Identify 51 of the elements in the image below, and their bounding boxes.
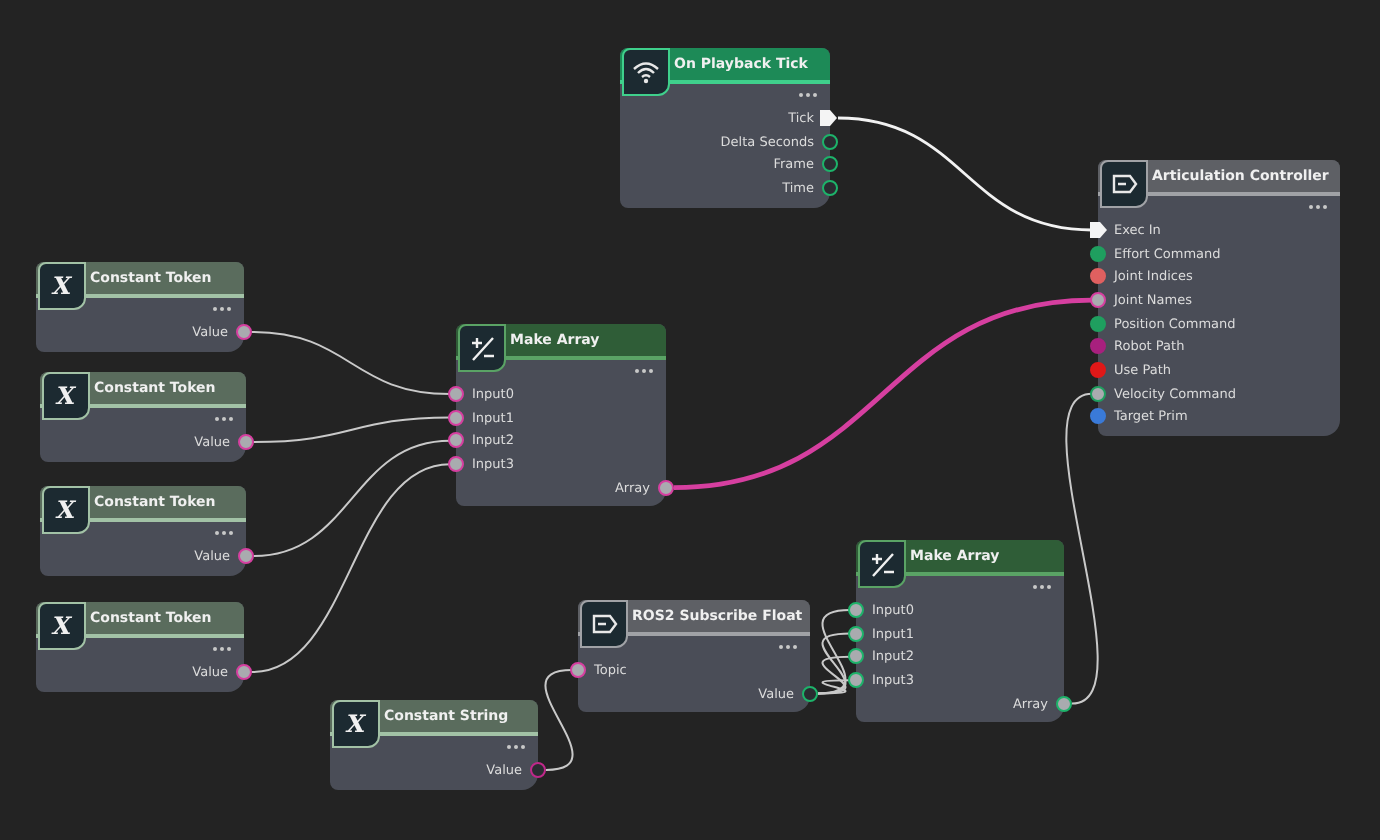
input-port[interactable] <box>448 409 464 426</box>
more-icon[interactable] <box>1308 204 1328 210</box>
more-icon[interactable] <box>798 92 818 98</box>
input-port[interactable] <box>848 601 864 618</box>
more-icon[interactable] <box>214 416 234 422</box>
exec-input-port[interactable] <box>1090 220 1108 239</box>
variable-symbol: X <box>52 612 72 640</box>
output-port[interactable] <box>238 547 254 564</box>
input-port[interactable] <box>1090 291 1106 308</box>
variable-symbol: X <box>56 382 76 410</box>
input-port[interactable] <box>1090 408 1106 425</box>
input-port[interactable] <box>1090 361 1106 378</box>
output-port[interactable] <box>238 433 254 450</box>
output-port[interactable] <box>236 663 252 680</box>
more-icon[interactable] <box>634 368 654 374</box>
more-icon[interactable] <box>778 644 798 650</box>
input-port[interactable] <box>570 661 586 678</box>
output-port[interactable] <box>802 685 818 702</box>
input-port[interactable] <box>1090 338 1106 355</box>
wifi-icon <box>632 60 660 84</box>
input-port[interactable] <box>448 385 464 402</box>
variable-symbol: X <box>56 496 76 524</box>
input-port[interactable] <box>848 648 864 665</box>
more-icon[interactable] <box>212 306 232 312</box>
output-port[interactable] <box>530 761 546 778</box>
input-port[interactable] <box>448 432 464 449</box>
connection-wire <box>544 669 574 771</box>
input-port[interactable] <box>1090 385 1106 402</box>
variable-symbol: X <box>52 272 72 300</box>
output-port[interactable] <box>822 156 838 173</box>
variable-symbol: X <box>346 710 366 738</box>
input-port[interactable] <box>448 455 464 472</box>
output-port[interactable] <box>822 179 838 196</box>
input-port[interactable] <box>1090 315 1106 332</box>
input-port[interactable] <box>848 671 864 688</box>
more-icon[interactable] <box>506 744 526 750</box>
output-port[interactable] <box>236 323 252 340</box>
exec-output-port[interactable] <box>820 108 838 127</box>
tag-icon <box>591 614 617 634</box>
more-icon[interactable] <box>212 646 232 652</box>
input-port[interactable] <box>1090 268 1106 285</box>
output-port[interactable] <box>1056 695 1072 712</box>
output-port[interactable] <box>658 479 674 496</box>
input-port[interactable] <box>1090 245 1106 262</box>
tag-icon <box>1111 174 1137 194</box>
plus-minus-icon <box>469 335 495 361</box>
plus-minus-icon <box>869 551 895 577</box>
more-icon[interactable] <box>1032 584 1052 590</box>
input-port[interactable] <box>848 625 864 642</box>
more-icon[interactable] <box>214 530 234 536</box>
output-port[interactable] <box>822 133 838 150</box>
